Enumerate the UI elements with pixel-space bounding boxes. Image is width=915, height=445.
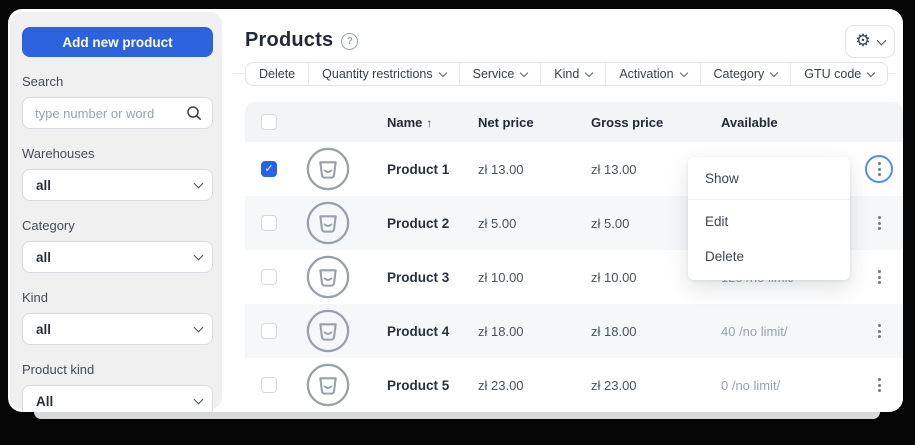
toolbar-gtu-code[interactable]: GTU code	[790, 63, 887, 85]
category-select[interactable]: all	[22, 241, 213, 273]
row-checkbox[interactable]	[261, 323, 277, 339]
product-image	[293, 200, 363, 246]
kind-filter: Kind all	[22, 290, 213, 345]
column-header-net-price[interactable]: Net price	[478, 115, 591, 130]
product-name: Product 4	[363, 324, 478, 339]
sort-asc-icon: ↑	[426, 116, 432, 130]
row-checkbox[interactable]: ✓	[261, 161, 277, 177]
row-actions-kebab-icon[interactable]	[865, 317, 893, 345]
category-label: Category	[22, 218, 213, 233]
chevron-down-icon	[867, 68, 875, 76]
toolbar-category[interactable]: Category	[700, 63, 791, 85]
chevron-down-icon	[679, 68, 687, 76]
chevron-down-icon	[520, 68, 528, 76]
product-kind-filter: Product kind All	[22, 362, 213, 412]
settings-button[interactable]: ⚙	[845, 25, 895, 58]
kind-select[interactable]: all	[22, 313, 213, 345]
product-image	[293, 254, 363, 300]
row-checkbox[interactable]	[261, 377, 277, 393]
row-actions-kebab-icon[interactable]	[865, 371, 893, 399]
add-new-product-button[interactable]: Add new product	[22, 27, 213, 57]
product-placeholder-icon	[305, 200, 351, 246]
toolbar-delete[interactable]: Delete	[246, 63, 308, 85]
product-placeholder-icon	[305, 146, 351, 192]
available-quantity: 0 /no limit/	[721, 378, 855, 393]
product-image	[293, 362, 363, 408]
product-placeholder-icon	[305, 362, 351, 408]
title-row: Products ? ⚙	[222, 9, 903, 52]
column-header-name[interactable]: Name↑	[363, 115, 478, 130]
product-placeholder-icon	[305, 254, 351, 300]
gross-price: zł 18.00	[591, 324, 721, 339]
search-input-box	[22, 97, 213, 129]
net-price: zł 18.00	[478, 324, 591, 339]
available-quantity: 40 /no limit/	[721, 324, 855, 339]
row-actions-kebab-icon[interactable]	[865, 155, 893, 183]
gross-price: zł 23.00	[591, 378, 721, 393]
product-kind-select[interactable]: All	[22, 385, 213, 412]
sidebar-filters: Warehouses all Category all Kind all Pro…	[22, 146, 213, 412]
table-header-row: Name↑ Net price Gross price Available	[245, 102, 903, 142]
product-placeholder-icon	[305, 308, 351, 354]
row-checkbox[interactable]	[261, 269, 277, 285]
search-label: Search	[22, 74, 213, 89]
sidebar: Add new product Search Warehouses all Ca…	[10, 12, 222, 409]
column-header-gross-price[interactable]: Gross price	[591, 115, 721, 130]
warehouses-filter: Warehouses all	[22, 146, 213, 201]
chevron-down-icon	[194, 179, 204, 189]
chevron-down-icon	[194, 251, 204, 261]
product-name: Product 3	[363, 270, 478, 285]
help-icon[interactable]: ?	[341, 33, 358, 50]
row-actions-kebab-icon[interactable]	[865, 263, 893, 291]
chevron-down-icon	[194, 323, 204, 333]
chevron-down-icon	[194, 395, 204, 405]
row-checkbox[interactable]	[261, 215, 277, 231]
product-name: Product 5	[363, 378, 478, 393]
app-window: Add new product Search Warehouses all Ca…	[8, 9, 903, 412]
bulk-actions-toolbar: DeleteQuantity restrictionsServiceKindAc…	[245, 62, 888, 86]
net-price: zł 5.00	[478, 216, 591, 231]
product-image	[293, 146, 363, 192]
select-all-checkbox[interactable]	[261, 114, 277, 130]
chevron-down-icon	[770, 68, 778, 76]
product-name: Product 1	[363, 162, 478, 177]
row-context-menu: Show EditDelete	[688, 157, 850, 280]
chevron-down-icon	[876, 35, 886, 45]
table-row: Product 5 zł 23.00 zł 23.00 0 /no limit/	[245, 358, 903, 412]
column-header-available[interactable]: Available	[721, 115, 855, 130]
search-input[interactable]	[33, 105, 186, 122]
product-image	[293, 308, 363, 354]
window-shadow	[34, 412, 880, 419]
toolbar-kind[interactable]: Kind	[540, 63, 605, 85]
search-icon	[186, 105, 202, 121]
context-menu-item-delete[interactable]: Delete	[688, 239, 850, 274]
warehouses-label: Warehouses	[22, 146, 213, 161]
toolbar-row: DeleteQuantity restrictionsServiceKindAc…	[245, 62, 895, 86]
toolbar-quantity-restrictions[interactable]: Quantity restrictions	[308, 63, 458, 85]
row-actions-kebab-icon[interactable]	[865, 209, 893, 237]
warehouses-select[interactable]: all	[22, 169, 213, 201]
net-price: zł 13.00	[478, 162, 591, 177]
kind-label: Kind	[22, 290, 213, 305]
category-filter: Category all	[22, 218, 213, 273]
product-kind-label: Product kind	[22, 362, 213, 377]
gear-icon: ⚙	[855, 33, 870, 50]
toolbar-activation[interactable]: Activation	[605, 63, 699, 85]
chevron-down-icon	[438, 68, 446, 76]
page-title: Products	[245, 29, 333, 52]
context-menu-item-edit[interactable]: Edit	[688, 204, 850, 239]
context-menu-item-show[interactable]: Show	[688, 157, 850, 200]
table-row: Product 4 zł 18.00 zł 18.00 40 /no limit…	[245, 304, 903, 358]
chevron-down-icon	[585, 68, 593, 76]
toolbar-service[interactable]: Service	[459, 63, 541, 85]
search-field: Search	[22, 74, 213, 129]
net-price: zł 10.00	[478, 270, 591, 285]
product-name: Product 2	[363, 216, 478, 231]
net-price: zł 23.00	[478, 378, 591, 393]
